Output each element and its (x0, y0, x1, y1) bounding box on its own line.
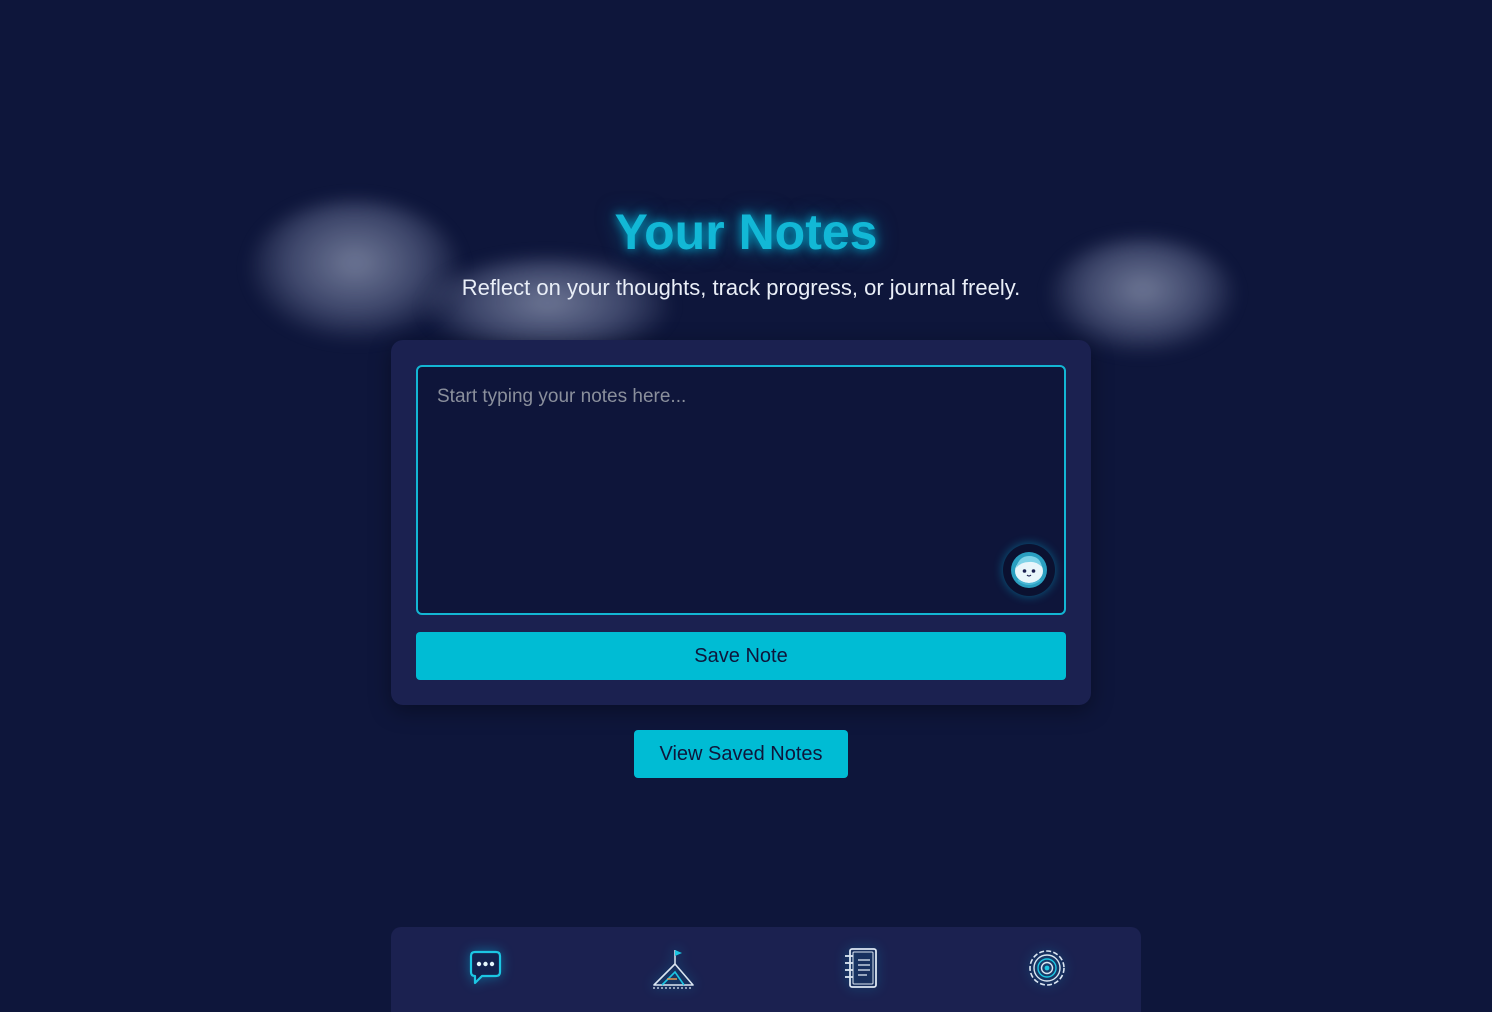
chat-bubble-icon (469, 950, 502, 985)
note-textarea[interactable] (416, 365, 1066, 615)
nav-item-notes[interactable] (838, 945, 884, 991)
bottom-navigation (391, 927, 1141, 1012)
nav-item-chat[interactable] (462, 945, 508, 991)
view-saved-notes-button[interactable]: View Saved Notes (634, 730, 848, 778)
page-title: Your Notes (614, 204, 878, 260)
gear-icon (1029, 950, 1065, 986)
nav-item-goals[interactable] (650, 945, 696, 991)
notebook-icon (845, 948, 877, 988)
note-editor-card: Save Note (391, 340, 1091, 705)
mountain-flag-icon (653, 950, 694, 989)
nav-item-settings[interactable] (1024, 945, 1070, 991)
assistant-mascot-icon[interactable] (1003, 544, 1055, 596)
page-subtitle: Reflect on your thoughts, track progress… (461, 275, 1021, 300)
save-note-button[interactable]: Save Note (416, 632, 1066, 680)
notes-screen: Your Notes Reflect on your thoughts, tra… (0, 0, 1492, 1012)
